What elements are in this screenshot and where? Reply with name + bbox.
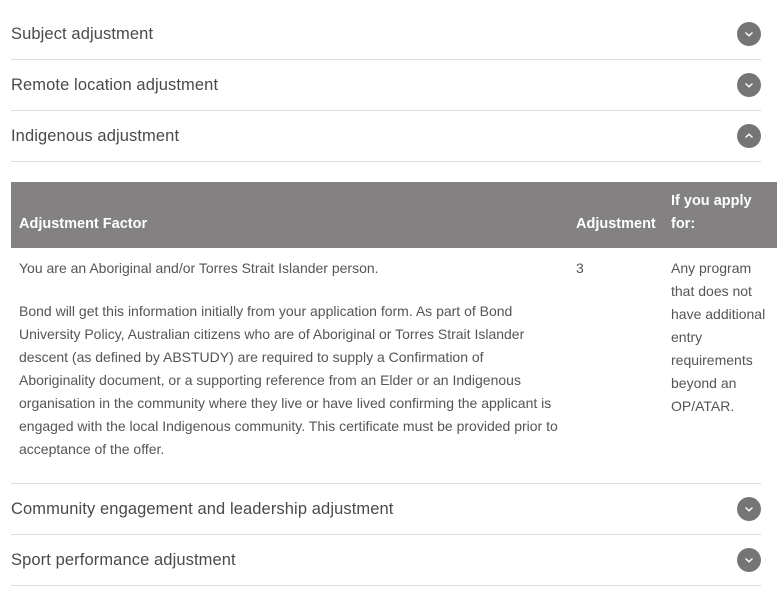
column-header-applies-to: If you apply for: — [663, 182, 777, 248]
accordion-header-indigenous[interactable]: Indigenous adjustment — [11, 111, 761, 162]
column-header-factor: Adjustment Factor — [11, 182, 568, 248]
accordion-header-community-engagement[interactable]: Community engagement and leadership adju… — [11, 484, 761, 534]
adjustments-accordion: Subject adjustment Remote location adjus… — [11, 9, 777, 586]
accordion-item-sport-performance: Sport performance adjustment — [11, 535, 761, 586]
accordion-panel-indigenous: Adjustment Factor Adjustment If you appl… — [11, 162, 777, 484]
cell-factor: You are an Aboriginal and/or Torres Stra… — [11, 248, 568, 461]
cell-adjustment: 3 — [576, 260, 584, 276]
chevron-down-icon[interactable] — [737, 73, 761, 97]
accordion-title: Remote location adjustment — [11, 75, 219, 94]
accordion-item-subject: Subject adjustment — [11, 9, 761, 60]
factor-details: Bond will get this information initially… — [19, 303, 558, 457]
adjustment-table: Adjustment Factor Adjustment If you appl… — [11, 182, 777, 461]
cell-applies-to: Any program that does not have additiona… — [671, 260, 766, 414]
accordion-item-community-engagement: Community engagement and leadership adju… — [11, 484, 761, 535]
accordion-header-subject[interactable]: Subject adjustment — [11, 9, 761, 59]
accordion-header-sport-performance[interactable]: Sport performance adjustment — [11, 535, 761, 585]
accordion-title: Community engagement and leadership adju… — [11, 499, 394, 518]
accordion-header-remote-location[interactable]: Remote location adjustment — [11, 60, 761, 110]
chevron-down-icon[interactable] — [737, 22, 761, 46]
chevron-down-icon[interactable] — [737, 548, 761, 572]
table-header-row: Adjustment Factor Adjustment If you appl… — [11, 182, 777, 248]
accordion-title: Indigenous adjustment — [11, 126, 180, 145]
table-row: You are an Aboriginal and/or Torres Stra… — [11, 248, 777, 461]
accordion-title: Sport performance adjustment — [11, 550, 236, 569]
accordion-item-remote-location: Remote location adjustment — [11, 60, 761, 111]
accordion-item-indigenous: Indigenous adjustment Adjustment Factor … — [11, 111, 777, 484]
chevron-up-icon[interactable] — [737, 124, 761, 148]
chevron-down-icon[interactable] — [737, 497, 761, 521]
factor-summary: You are an Aboriginal and/or Torres Stra… — [19, 260, 379, 276]
column-header-adjustment: Adjustment — [568, 182, 663, 248]
accordion-title: Subject adjustment — [11, 24, 154, 43]
